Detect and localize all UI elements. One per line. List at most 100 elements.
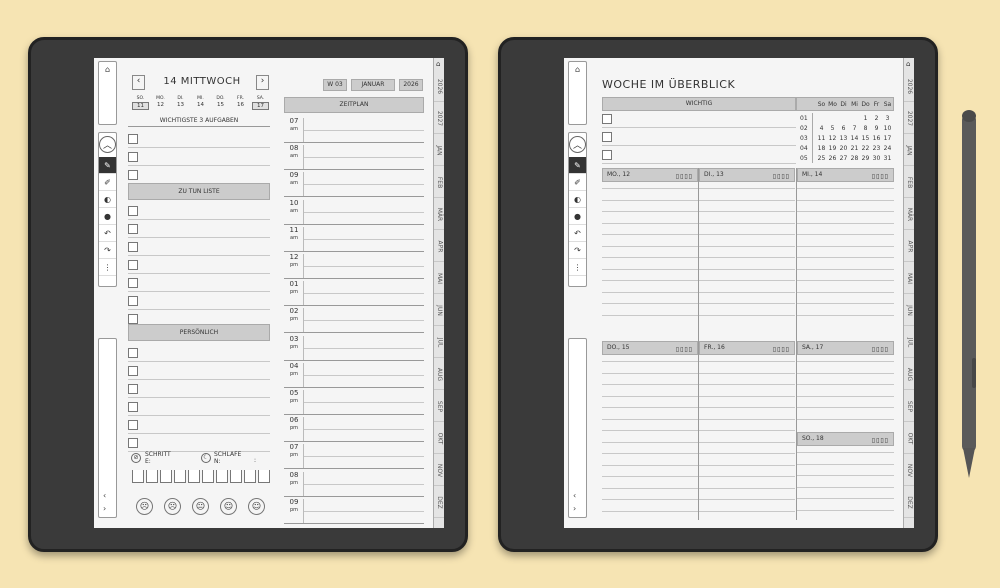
- home-icon[interactable]: ⌂: [906, 60, 910, 68]
- month-tab[interactable]: AUG: [904, 360, 914, 390]
- month-tab[interactable]: JAN: [434, 136, 444, 166]
- more-icon[interactable]: ⋮: [99, 259, 116, 276]
- month-tab[interactable]: SEP: [434, 392, 444, 422]
- calendar-day[interactable]: 9: [871, 125, 882, 132]
- calendar-day[interactable]: 13: [838, 135, 849, 142]
- calendar-day[interactable]: 11: [816, 135, 827, 142]
- lasso-icon[interactable]: ●: [569, 208, 586, 225]
- next-day-button[interactable]: ›: [256, 75, 269, 90]
- calendar-day[interactable]: 1: [860, 115, 871, 122]
- month-tab[interactable]: JUN: [434, 296, 444, 326]
- task-checkbox[interactable]: [128, 348, 138, 358]
- home-icon[interactable]: ⌂: [569, 65, 586, 74]
- more-icon[interactable]: ⋮: [569, 259, 586, 276]
- calendar-day[interactable]: 30: [871, 155, 882, 162]
- redo-icon[interactable]: ↷: [99, 242, 116, 259]
- month-tab[interactable]: JUL: [434, 328, 444, 358]
- lasso-icon[interactable]: ●: [99, 208, 116, 225]
- month-tab[interactable]: MAI: [904, 264, 914, 294]
- home-toolbar[interactable]: ⌂: [568, 61, 587, 125]
- weekday-date[interactable]: 16: [232, 102, 249, 110]
- calendar-day[interactable]: 2: [871, 115, 882, 122]
- calendar-day[interactable]: 15: [860, 135, 871, 142]
- calendar-day[interactable]: 12: [827, 135, 838, 142]
- task-checkbox[interactable]: [128, 242, 138, 252]
- mood-face-icon[interactable]: 😐: [192, 498, 209, 515]
- month-tab[interactable]: DEZ: [434, 488, 444, 518]
- prev-day-button[interactable]: ‹: [132, 75, 145, 90]
- mood-face-icon[interactable]: ☹: [164, 498, 181, 515]
- undo-icon[interactable]: ↶: [99, 225, 116, 242]
- task-checkbox[interactable]: [128, 402, 138, 412]
- important-checkbox[interactable]: [602, 114, 612, 124]
- water-cup[interactable]: [174, 470, 186, 483]
- calendar-day[interactable]: 23: [871, 145, 882, 152]
- undo-icon[interactable]: ↶: [569, 225, 586, 242]
- calendar-day[interactable]: 22: [860, 145, 871, 152]
- task-checkbox[interactable]: [128, 224, 138, 234]
- month-tab[interactable]: OKT: [904, 424, 914, 454]
- calendar-day[interactable]: 25: [816, 155, 827, 162]
- calendar-day[interactable]: 4: [816, 125, 827, 132]
- chevron-left-icon[interactable]: ‹: [573, 491, 576, 500]
- calendar-day[interactable]: 24: [882, 145, 893, 152]
- weekday-date[interactable]: 12: [152, 102, 169, 110]
- home-icon[interactable]: ⌂: [99, 65, 116, 74]
- chevron-up-icon[interactable]: ︿: [99, 136, 116, 153]
- calendar-day[interactable]: 17: [882, 135, 893, 142]
- month-tab[interactable]: JAN: [904, 136, 914, 166]
- month-tab[interactable]: 2027: [904, 104, 914, 134]
- calendar-day[interactable]: 31: [882, 155, 893, 162]
- weekday-date[interactable]: 11: [132, 102, 149, 110]
- calendar-day[interactable]: 5: [827, 125, 838, 132]
- month-tab[interactable]: DEZ: [904, 488, 914, 518]
- home-icon[interactable]: ⌂: [436, 60, 440, 68]
- task-checkbox[interactable]: [128, 314, 138, 324]
- task-checkbox[interactable]: [128, 206, 138, 216]
- calendar-day[interactable]: 29: [860, 155, 871, 162]
- chevron-right-icon[interactable]: ›: [103, 504, 106, 513]
- calendar-day[interactable]: 14: [849, 135, 860, 142]
- eraser-icon[interactable]: ◐: [99, 191, 116, 208]
- task-checkbox[interactable]: [128, 134, 138, 144]
- chevron-up-icon[interactable]: ︿: [569, 136, 586, 153]
- water-cup[interactable]: [230, 470, 242, 483]
- task-checkbox[interactable]: [128, 278, 138, 288]
- month-badge[interactable]: JANUAR: [351, 79, 395, 91]
- calendar-day[interactable]: 10: [882, 125, 893, 132]
- task-checkbox[interactable]: [128, 438, 138, 448]
- month-tab[interactable]: JUL: [904, 328, 914, 358]
- water-cup[interactable]: [202, 470, 214, 483]
- water-cup[interactable]: [132, 470, 144, 483]
- mood-face-icon[interactable]: ☺: [220, 498, 237, 515]
- month-tab[interactable]: 2026: [904, 72, 914, 102]
- month-tab[interactable]: APR: [904, 232, 914, 262]
- weekday-date[interactable]: 14: [192, 102, 209, 110]
- calendar-day[interactable]: 27: [838, 155, 849, 162]
- mood-face-icon[interactable]: ☺: [248, 498, 265, 515]
- month-tab[interactable]: FEB: [904, 168, 914, 198]
- chevron-left-icon[interactable]: ‹: [103, 491, 106, 500]
- calendar-day[interactable]: 7: [849, 125, 860, 132]
- calendar-day[interactable]: 16: [871, 135, 882, 142]
- marker-icon[interactable]: ✐: [99, 174, 116, 191]
- water-cup[interactable]: [146, 470, 158, 483]
- month-tab[interactable]: NOV: [904, 456, 914, 486]
- mood-face-icon[interactable]: ☹: [136, 498, 153, 515]
- month-tab[interactable]: MÄR: [434, 200, 444, 230]
- year-badge[interactable]: 2026: [399, 79, 423, 91]
- month-tab[interactable]: 2027: [434, 104, 444, 134]
- calendar-day[interactable]: 19: [827, 145, 838, 152]
- task-checkbox[interactable]: [128, 260, 138, 270]
- calendar-day[interactable]: 18: [816, 145, 827, 152]
- month-tab[interactable]: FEB: [434, 168, 444, 198]
- month-tab[interactable]: MÄR: [904, 200, 914, 230]
- important-checkbox[interactable]: [602, 150, 612, 160]
- important-checkbox[interactable]: [602, 132, 612, 142]
- pen-icon[interactable]: ✎: [99, 157, 116, 174]
- month-tab[interactable]: 2026: [434, 72, 444, 102]
- month-tab[interactable]: AUG: [434, 360, 444, 390]
- task-checkbox[interactable]: [128, 420, 138, 430]
- calendar-day[interactable]: 21: [849, 145, 860, 152]
- task-checkbox[interactable]: [128, 152, 138, 162]
